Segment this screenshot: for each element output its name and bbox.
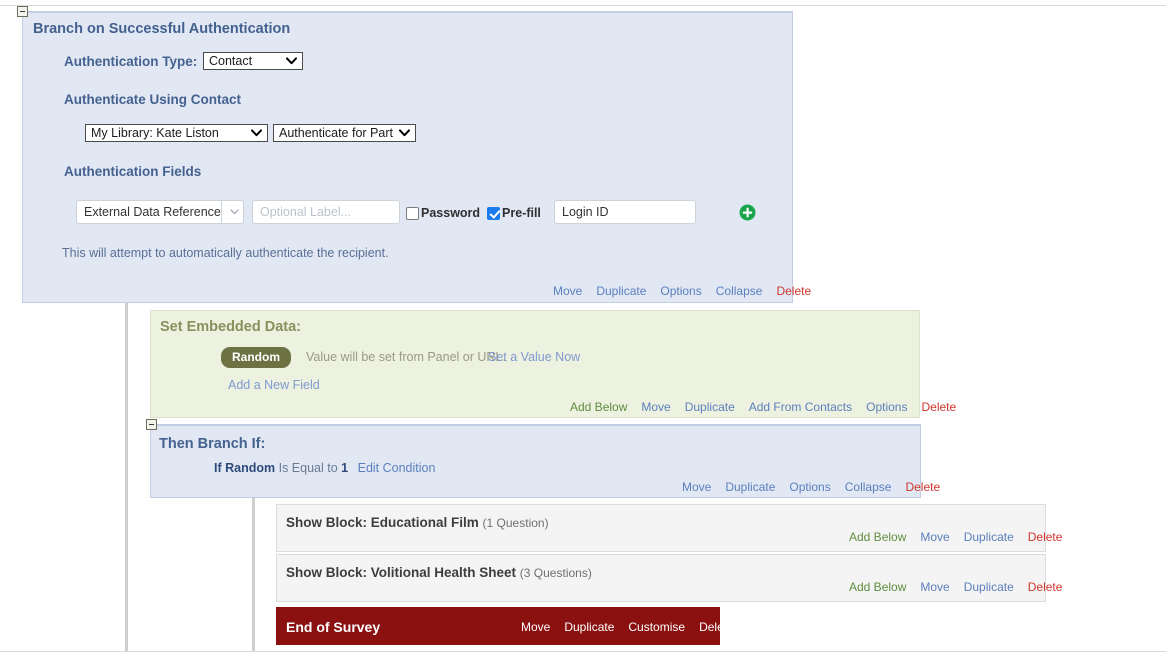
eos-delete-action[interactable]: Delete: [699, 620, 734, 634]
sb1-duplicate-action[interactable]: Duplicate: [964, 530, 1014, 544]
bi-options-action[interactable]: Options: [789, 480, 830, 494]
sb2-delete-action[interactable]: Delete: [1028, 580, 1063, 594]
edit-condition-link[interactable]: Edit Condition: [358, 461, 436, 475]
chevron-down-icon: [249, 125, 264, 141]
sb1-add-below-action[interactable]: Add Below: [849, 530, 906, 544]
eos-customise-action[interactable]: Customise: [628, 620, 685, 634]
sb1-move-action[interactable]: Move: [920, 530, 949, 544]
show-block-title-1: Show Block: Educational Film (1 Question…: [286, 515, 549, 530]
prefill-checkbox[interactable]: [487, 206, 500, 220]
embedded-data-actions: Add Below Move Duplicate Add From Contac…: [570, 400, 956, 414]
ed-delete-action[interactable]: Delete: [921, 400, 956, 414]
condition-if-keyword: If: [214, 461, 222, 475]
bi-duplicate-action[interactable]: Duplicate: [725, 480, 775, 494]
eos-duplicate-action[interactable]: Duplicate: [564, 620, 614, 634]
branch-if-title: Then Branch If:: [159, 436, 266, 452]
password-checkbox[interactable]: [406, 206, 419, 220]
auth-field-type-value: External Data Reference: [84, 205, 221, 219]
chevron-down-icon: [284, 53, 299, 69]
bottom-divider: [0, 651, 1166, 652]
nesting-guide-level-1: [125, 303, 128, 651]
condition-field: Random: [225, 461, 276, 475]
auth-options-action[interactable]: Options: [660, 284, 701, 298]
branch-if-condition: If Random Is Equal to 1 Edit Condition: [214, 461, 435, 475]
condition-value: 1: [341, 461, 349, 475]
ed-add-from-contacts-action[interactable]: Add From Contacts: [749, 400, 852, 414]
end-of-survey-actions: Move Duplicate Customise Delete: [521, 620, 734, 634]
embedded-field-pill[interactable]: Random: [221, 347, 291, 368]
auth-collapse-action[interactable]: Collapse: [716, 284, 763, 298]
eos-move-action[interactable]: Move: [521, 620, 550, 634]
nesting-guide-level-2: [252, 498, 255, 651]
sb2-add-below-action[interactable]: Add Below: [849, 580, 906, 594]
add-auth-field-icon[interactable]: [739, 204, 756, 221]
survey-flow-canvas: Branch on Successful Authentication Auth…: [0, 0, 1166, 656]
password-checkbox-group[interactable]: Password: [406, 206, 480, 220]
auth-type-label: Authentication Type:: [64, 54, 198, 69]
bi-collapse-action[interactable]: Collapse: [845, 480, 892, 494]
show-block-name-1: Show Block: Educational Film: [286, 515, 479, 530]
contact-library-select[interactable]: My Library: Kate Liston: [85, 124, 268, 142]
ed-options-action[interactable]: Options: [866, 400, 907, 414]
contact-list-select-value: Authenticate for Part 2: [279, 126, 397, 140]
embedded-data-title: Set Embedded Data:: [160, 319, 301, 335]
chevron-down-icon: [220, 201, 248, 223]
show-block-title-2: Show Block: Volitional Health Sheet (3 Q…: [286, 565, 592, 580]
show-block-count-1: (1 Question): [482, 516, 549, 530]
auth-block-actions: Move Duplicate Options Collapse Delete: [553, 284, 811, 298]
auth-block-collapse-toggle[interactable]: [17, 6, 28, 17]
chevron-down-icon: [397, 125, 412, 141]
bi-delete-action[interactable]: Delete: [905, 480, 940, 494]
show-block-count-2: (3 Questions): [519, 566, 592, 580]
add-a-new-field-link[interactable]: Add a New Field: [228, 378, 320, 392]
branch-if-actions: Move Duplicate Options Collapse Delete: [682, 480, 940, 494]
ed-move-action[interactable]: Move: [641, 400, 670, 414]
auth-field-optional-label-input[interactable]: [252, 200, 400, 224]
auth-duplicate-action[interactable]: Duplicate: [596, 284, 646, 298]
show-block-actions-2: Add Below Move Duplicate Delete: [849, 580, 1062, 594]
auth-delete-action[interactable]: Delete: [776, 284, 811, 298]
branch-if-top-rule: [157, 424, 921, 425]
embedded-field-note: Value will be set from Panel or URL.: [306, 350, 506, 364]
ed-add-below-action[interactable]: Add Below: [570, 400, 627, 414]
authenticate-using-contact-label: Authenticate Using Contact: [64, 92, 242, 107]
end-of-survey-title: End of Survey: [286, 619, 381, 635]
password-checkbox-label: Password: [421, 206, 481, 220]
authentication-fields-label: Authentication Fields: [64, 164, 202, 179]
show-block-actions-1: Add Below Move Duplicate Delete: [849, 530, 1062, 544]
auth-type-select-value: Contact: [209, 54, 253, 68]
auth-field-match-input[interactable]: [554, 200, 696, 224]
sb1-delete-action[interactable]: Delete: [1028, 530, 1063, 544]
top-divider: [0, 5, 1166, 6]
branch-if-collapse-toggle[interactable]: [146, 419, 157, 430]
contact-list-select[interactable]: Authenticate for Part 2: [273, 124, 416, 142]
condition-operator: Is Equal to: [278, 461, 338, 475]
auth-block-note: This will attempt to automatically authe…: [62, 246, 389, 260]
show-block-name-2: Show Block: Volitional Health Sheet: [286, 565, 517, 580]
auth-move-action[interactable]: Move: [553, 284, 582, 298]
ed-duplicate-action[interactable]: Duplicate: [685, 400, 735, 414]
auth-block-top-rule: [28, 11, 793, 12]
sb2-move-action[interactable]: Move: [920, 580, 949, 594]
auth-block-title: Branch on Successful Authentication: [33, 21, 291, 37]
sb2-duplicate-action[interactable]: Duplicate: [964, 580, 1014, 594]
bi-move-action[interactable]: Move: [682, 480, 711, 494]
prefill-checkbox-group[interactable]: Pre-fill: [487, 206, 541, 220]
set-a-value-now-link[interactable]: Set a Value Now: [488, 350, 580, 364]
contact-library-select-value: My Library: Kate Liston: [91, 126, 219, 140]
auth-field-type-select[interactable]: External Data Reference: [76, 200, 244, 224]
prefill-checkbox-label: Pre-fill: [502, 206, 541, 220]
auth-type-select[interactable]: Contact: [203, 52, 303, 70]
